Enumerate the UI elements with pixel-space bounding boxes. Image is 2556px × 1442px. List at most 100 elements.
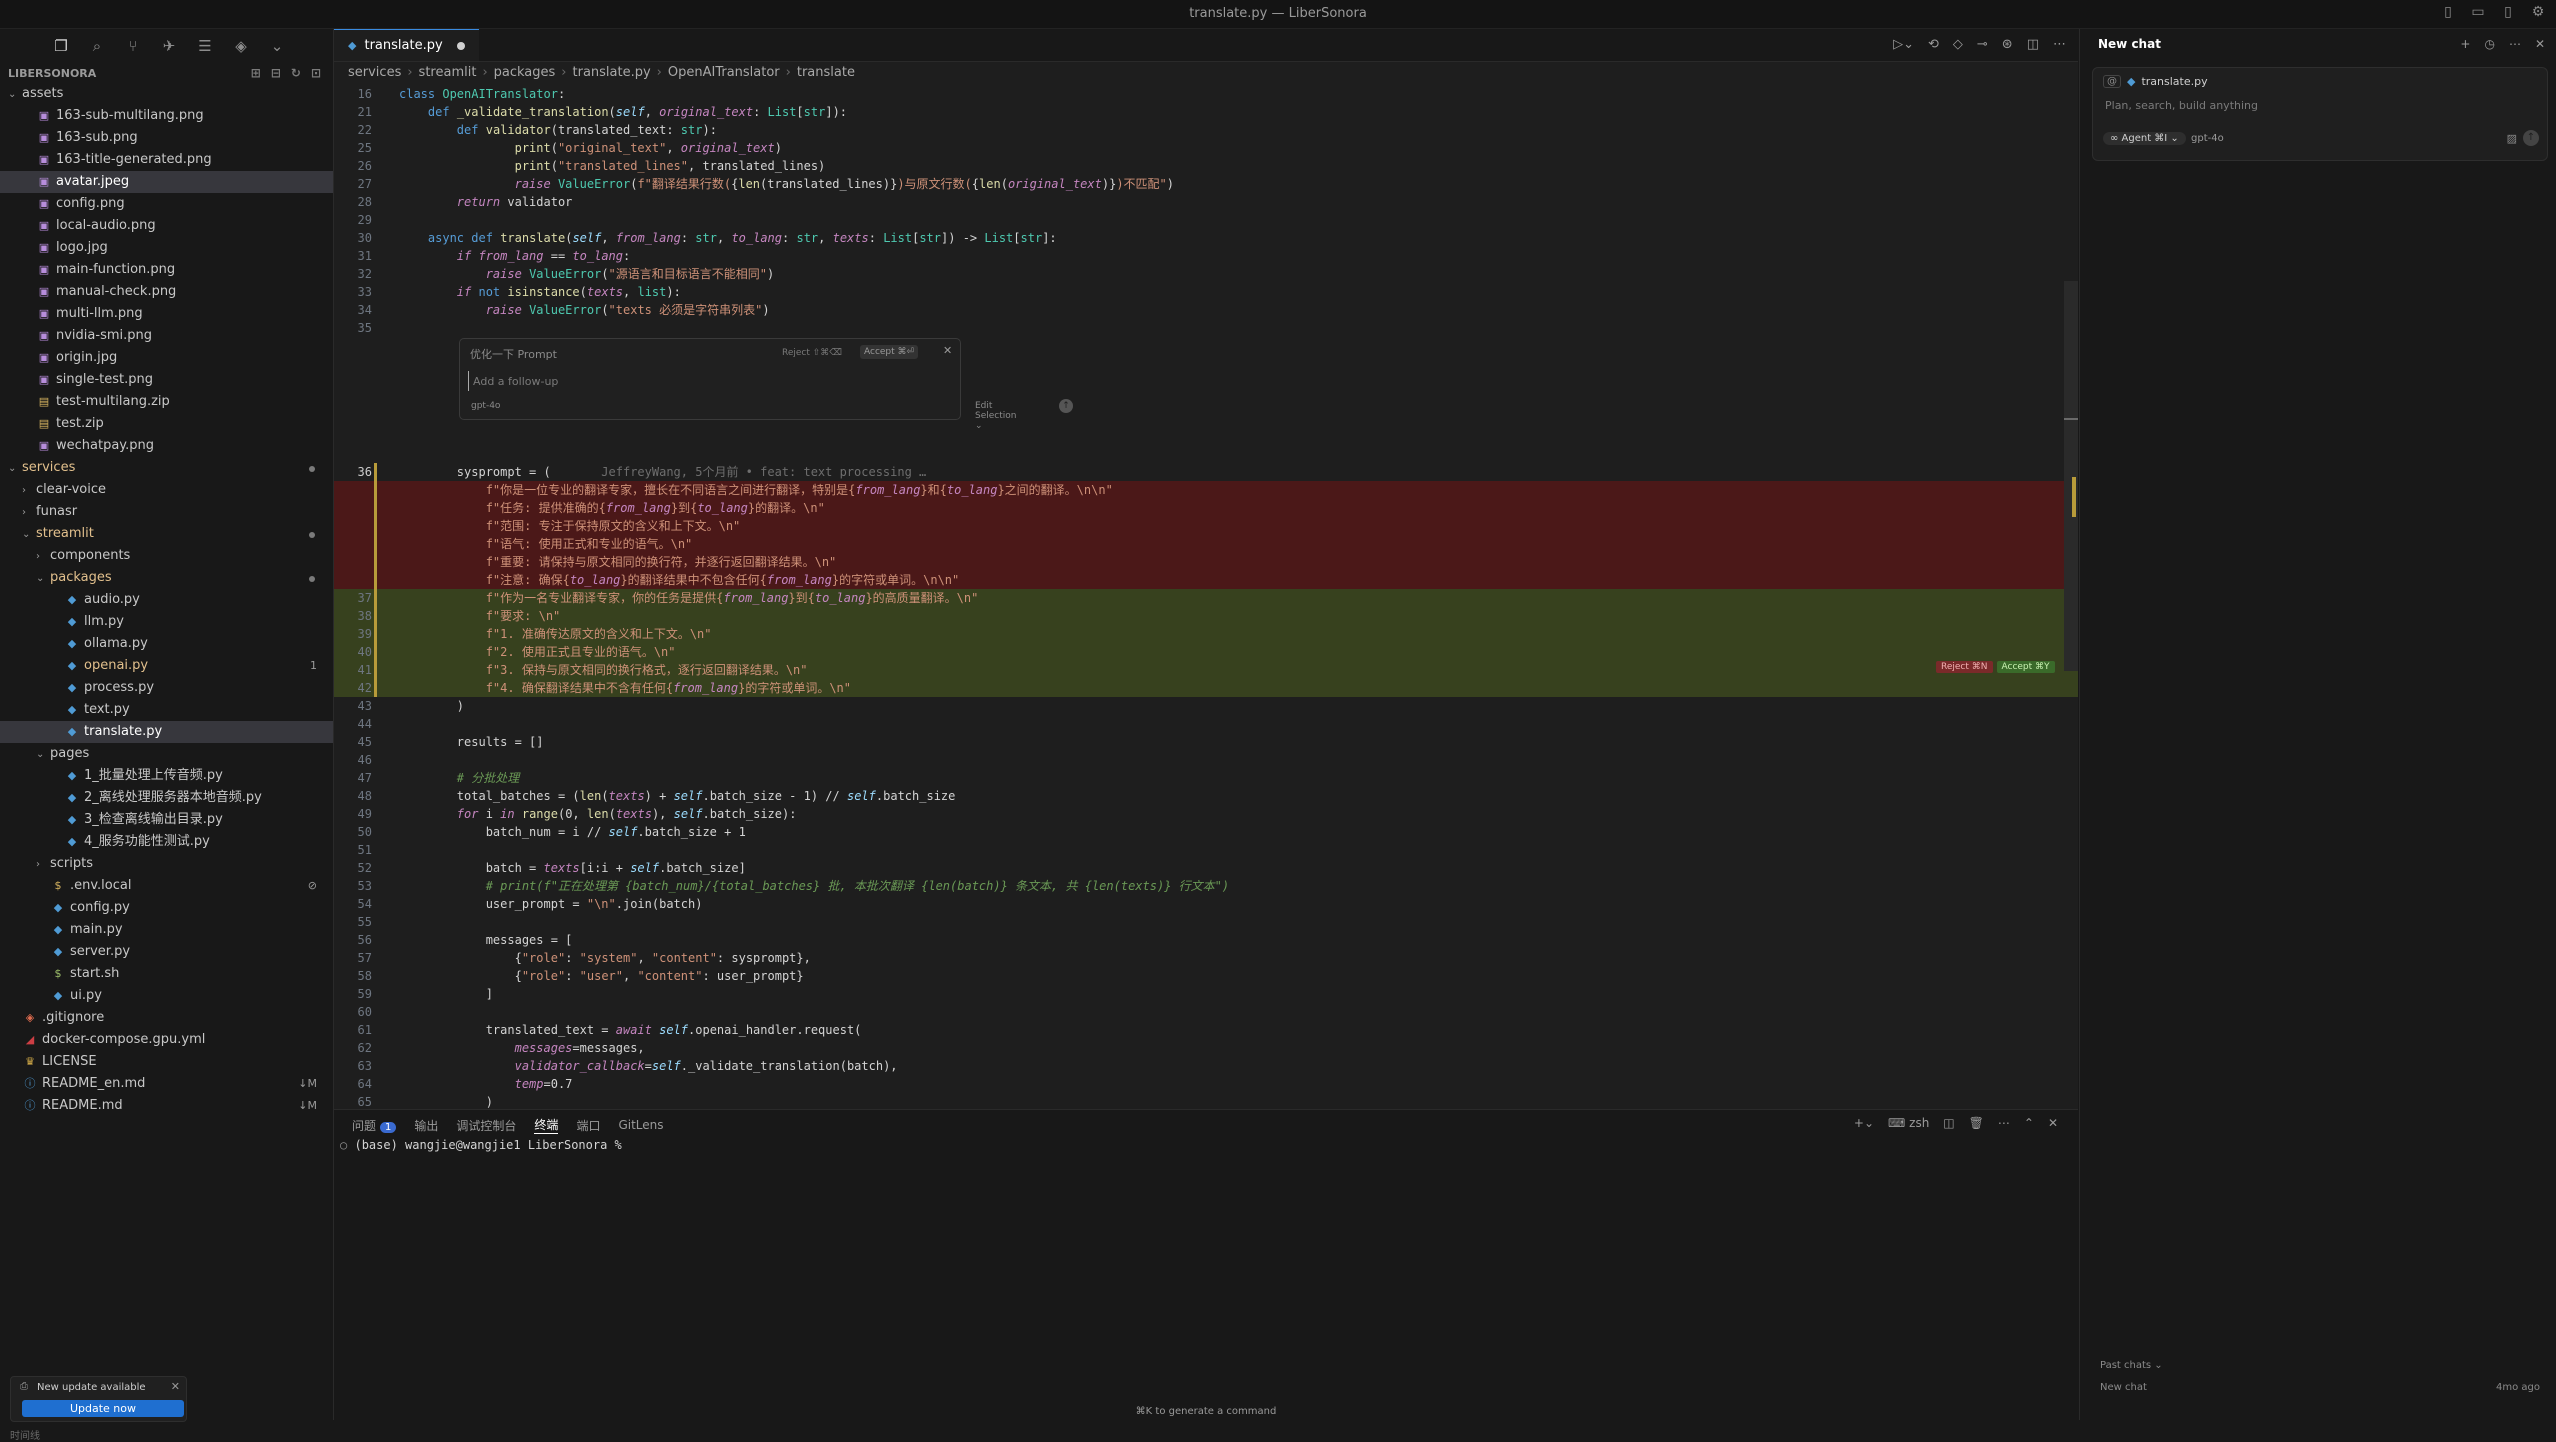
tree-folder[interactable]: ⌄ pages <box>0 743 333 765</box>
accept-button[interactable]: Accept ⌘⏎ <box>860 345 919 359</box>
code-line[interactable]: 22 def validator(translated_text: str): <box>334 121 2078 139</box>
code-line[interactable]: 34 raise ValueError("texts 必须是字符串列表") <box>334 301 2078 319</box>
code-line[interactable]: 63 validator_callback=self._validate_tra… <box>334 1057 2078 1075</box>
new-chat-tab[interactable]: New chat <box>2098 37 2161 51</box>
tree-folder[interactable]: › components <box>0 545 333 567</box>
tree-file[interactable]: ◆ openai.py 1 <box>0 655 333 677</box>
maximize-panel-icon[interactable]: ⌃ <box>2024 1116 2034 1130</box>
tree-folder[interactable]: ⌄ assets <box>0 83 333 105</box>
panel-tab[interactable]: 问题 1 <box>352 1117 397 1134</box>
added-code-line[interactable]: 42 f"4. 确保翻译结果中不含有任何{from_lang}的字符或单词。\n… <box>334 679 2078 697</box>
model-selector[interactable]: gpt-4o <box>471 401 500 411</box>
code-line[interactable]: 57 {"role": "system", "content": sysprom… <box>334 949 2078 967</box>
code-line[interactable]: 27 raise ValueError(f"翻译结果行数({len(transl… <box>334 175 2078 193</box>
breadcrumb-item[interactable]: translate <box>797 65 855 80</box>
history-icon[interactable]: ◷ <box>2484 37 2494 51</box>
tree-file[interactable]: ▣ nvidia-smi.png <box>0 325 333 347</box>
tree-folder[interactable]: ⌄ services <box>0 457 333 479</box>
split-terminal-icon[interactable]: ◫ <box>1943 1116 1954 1130</box>
code-line[interactable]: 46 <box>334 751 2078 769</box>
tree-folder[interactable]: › funasr <box>0 501 333 523</box>
close-icon[interactable]: ✕ <box>2535 37 2545 51</box>
tree-file[interactable]: ▣ config.png <box>0 193 333 215</box>
more-chevron-icon[interactable]: ⌄ <box>268 37 286 55</box>
code-line[interactable]: 47 # 分批处理 <box>334 769 2078 787</box>
follow-up-input[interactable] <box>468 371 955 391</box>
source-control-icon[interactable]: ⑂ <box>124 37 142 55</box>
code-line[interactable]: 64 temp=0.7 <box>334 1075 2078 1093</box>
tree-file[interactable]: ◢ docker-compose.gpu.yml <box>0 1029 333 1051</box>
tree-file[interactable]: ◆ 1_批量处理上传音频.py <box>0 765 333 787</box>
code-line[interactable]: 35 <box>334 319 2078 337</box>
compare-icon[interactable]: ◇ <box>1953 37 1963 52</box>
code-line[interactable]: 52 batch = texts[i:i + self.batch_size] <box>334 859 2078 877</box>
timeline-section[interactable]: 时间线 <box>10 1427 40 1442</box>
added-code-line[interactable]: 39 f"1. 准确传达原文的含义和上下文。\n" <box>334 625 2078 643</box>
terminal-prompt-line[interactable]: ○ (base) wangjie@wangjie1 LiberSonora % <box>340 1138 622 1152</box>
tree-file[interactable]: ◆ 4_服务功能性测试.py <box>0 831 333 853</box>
close-icon[interactable]: ✕ <box>171 1380 180 1393</box>
tree-file[interactable]: ▣ 163-sub-multilang.png <box>0 105 333 127</box>
collapse-all-icon[interactable]: ⊡ <box>311 66 321 80</box>
code-line[interactable]: 26 print("translated_lines", translated_… <box>334 157 2078 175</box>
code-line[interactable]: 48 total_batches = (len(texts) + self.ba… <box>334 787 2078 805</box>
run-icon[interactable]: ▷⌄ <box>1893 37 1914 52</box>
editor-scrollbar[interactable] <box>2064 281 2078 671</box>
close-icon[interactable]: ✕ <box>943 344 952 357</box>
new-folder-icon[interactable]: ⊟ <box>271 66 281 80</box>
tree-file[interactable]: ▣ origin.jpg <box>0 347 333 369</box>
database-icon[interactable]: ☰ <box>196 37 214 55</box>
model-selector[interactable]: gpt-4o <box>2191 133 2224 144</box>
breadcrumb-item[interactable]: packages <box>494 65 556 80</box>
diff-reject-button[interactable]: Reject ⌘N <box>1936 661 1993 673</box>
tree-file[interactable]: $ .env.local ⊘ <box>0 875 333 897</box>
run-debug-icon[interactable]: ✈ <box>160 37 178 55</box>
code-line[interactable]: 21 def _validate_translation(self, origi… <box>334 103 2078 121</box>
code-line[interactable]: 56 messages = [ <box>334 931 2078 949</box>
tree-file[interactable]: ◆ 2_离线处理服务器本地音频.py <box>0 787 333 809</box>
reject-button[interactable]: Reject ⇧⌘⌫ <box>782 348 842 358</box>
deleted-code-line[interactable]: f"你是一位专业的翻译专家，擅长在不同语言之间进行翻译，特别是{from_lan… <box>334 481 2078 499</box>
tree-folder[interactable]: ⌄ packages <box>0 567 333 589</box>
tree-folder[interactable]: ⌄ streamlit <box>0 523 333 545</box>
code-line[interactable]: 44 <box>334 715 2078 733</box>
code-line[interactable]: 51 <box>334 841 2078 859</box>
breadcrumb-item[interactable]: streamlit <box>419 65 477 80</box>
tree-file[interactable]: ⓘ README_en.md ↓M <box>0 1073 333 1095</box>
panel-tab[interactable]: 调试控制台 <box>456 1117 516 1134</box>
terminal-shell-label[interactable]: ⌨ zsh <box>1888 1116 1929 1130</box>
code-line[interactable]: 25 print("original_text", original_text) <box>334 139 2078 157</box>
code-line[interactable]: 43 ) <box>334 697 2078 715</box>
code-line[interactable]: 32 raise ValueError("源语言和目标语言不能相同") <box>334 265 2078 283</box>
tree-file[interactable]: ▤ test-multilang.zip <box>0 391 333 413</box>
deleted-code-line[interactable]: f"注意: 确保{to_lang}的翻译结果中不包含任何{from_lang}的… <box>334 571 2078 589</box>
agent-mode-dropdown[interactable]: ∞ Agent ⌘I ⌄ <box>2103 132 2186 145</box>
code-line[interactable]: 29 <box>334 211 2078 229</box>
toggle-secondary-sidebar-icon[interactable]: ▯ <box>2500 4 2516 20</box>
tree-file[interactable]: ▣ 163-title-generated.png <box>0 149 333 171</box>
deleted-code-line[interactable]: f"语气: 使用正式和专业的语气。\n" <box>334 535 2078 553</box>
tree-file[interactable]: ▣ main-function.png <box>0 259 333 281</box>
chat-input[interactable] <box>2103 95 2537 115</box>
diff-accept-button[interactable]: Accept ⌘Y <box>1996 661 2055 673</box>
code-line[interactable]: 61 translated_text = await self.openai_h… <box>334 1021 2078 1039</box>
kill-terminal-icon[interactable]: 🗑 <box>1969 1116 1984 1130</box>
code-line[interactable]: 59 ] <box>334 985 2078 1003</box>
code-line[interactable]: 53 # print(f"正在处理第 {batch_num}/{total_ba… <box>334 877 2078 895</box>
breadcrumb-item[interactable]: OpenAITranslator <box>668 65 780 80</box>
added-code-line[interactable]: 38 f"要求: \n" <box>334 607 2078 625</box>
tree-file[interactable]: ▣ multi-llm.png <box>0 303 333 325</box>
tree-file[interactable]: ♛ LICENSE <box>0 1051 333 1073</box>
added-code-line[interactable]: 37 f"作为一名专业翻译专家，你的任务是提供{from_lang}到{to_l… <box>334 589 2078 607</box>
tree-file[interactable]: ◆ audio.py <box>0 589 333 611</box>
tree-file[interactable]: ▣ wechatpay.png <box>0 435 333 457</box>
added-code-line[interactable]: 41 f"3. 保持与原文相同的换行格式，逐行返回翻译结果。\n" <box>334 661 2078 679</box>
tree-file[interactable]: ◆ text.py <box>0 699 333 721</box>
image-attach-icon[interactable]: ▨ <box>2507 132 2517 145</box>
code-line[interactable]: 60 <box>334 1003 2078 1021</box>
search-icon[interactable]: ⌕ <box>88 37 106 55</box>
close-panel-icon[interactable]: ✕ <box>2048 1116 2058 1130</box>
tree-folder[interactable]: › clear-voice <box>0 479 333 501</box>
at-mention-icon[interactable]: @ <box>2103 75 2121 88</box>
new-file-icon[interactable]: ⊞ <box>251 66 261 80</box>
